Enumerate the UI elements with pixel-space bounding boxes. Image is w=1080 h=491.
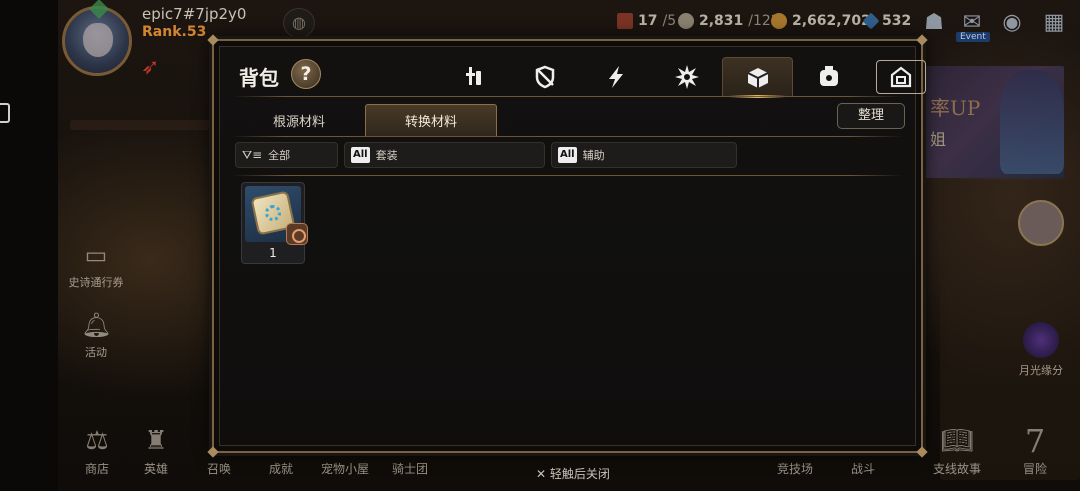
- category-tabs: [438, 57, 926, 98]
- subtab-conversion-material[interactable]: 转换材料: [365, 104, 497, 136]
- crystal-value: 532: [882, 13, 912, 29]
- player-rank: Rank.53: [142, 24, 207, 40]
- filter-all-label: 全部: [268, 149, 291, 162]
- crystal-icon: [862, 12, 880, 30]
- wing-icon[interactable]: ➶: [141, 55, 183, 81]
- left-edge: [0, 0, 58, 491]
- item-count: 1: [269, 246, 277, 260]
- modal-body: 背包 ? 根源材料 转换材料 整理 ⛛≡ 全部 All 套装 All 辅助 1: [219, 46, 926, 446]
- tab-awakening[interactable]: [651, 57, 722, 97]
- banner-character: [1000, 70, 1064, 174]
- filter-divider: [232, 175, 903, 176]
- nav-label: 宠物小屋: [320, 462, 369, 476]
- moonlight-label: 月光缘分: [1019, 364, 1063, 377]
- help-button[interactable]: ?: [291, 59, 321, 89]
- gold-value: 2,662,702: [792, 13, 871, 29]
- activity-button[interactable]: 🔔︎ 活动: [56, 310, 136, 360]
- shield-icon: [535, 65, 554, 89]
- nav-label: 骑士团: [391, 462, 428, 476]
- bell-icon: 🔔︎: [81, 311, 112, 339]
- item-grid: 1: [241, 182, 308, 264]
- ticket-icon: ▭: [84, 241, 108, 269]
- banner-text: 率UP: [930, 96, 981, 120]
- inventory-modal: 背包 ? 根源材料 转换材料 整理 ⛛≡ 全部 All 套装 All 辅助 1: [207, 34, 928, 458]
- nav-label: 支线故事: [932, 462, 981, 476]
- epic-pass-button[interactable]: ▭ 史诗通行券: [56, 240, 136, 290]
- grid-menu-icon[interactable]: ▦: [1040, 10, 1068, 36]
- filter-substat-label: 辅助: [582, 149, 605, 162]
- crystal-counter[interactable]: 532: [862, 12, 912, 30]
- nav-side-story[interactable]: 📖︎ 支线故事: [922, 424, 992, 477]
- event-tag: Event: [956, 32, 990, 42]
- stamina-icon: [617, 13, 633, 29]
- tab-material[interactable]: [722, 57, 793, 98]
- stamina-value: 17: [638, 13, 658, 29]
- friends-icon[interactable]: ☗: [920, 10, 948, 36]
- gear-icon: [263, 203, 283, 223]
- leif-value: 2,831: [699, 13, 744, 29]
- epic-pass-label: 史诗通行券: [68, 276, 124, 289]
- subtab-divider: [232, 136, 903, 137]
- nav-label: 竞技场: [776, 462, 813, 476]
- weapon-icon: [465, 67, 481, 85]
- close-hint-text: 轻触后关闭: [549, 467, 610, 481]
- scale-icon: ⚖: [85, 426, 109, 456]
- burst-icon: [674, 65, 699, 89]
- funnel-icon: ⛛≡: [242, 147, 263, 162]
- header-divider: [232, 96, 903, 97]
- hero-portrait[interactable]: [1018, 200, 1064, 246]
- gold-counter[interactable]: 2,662,702: [771, 13, 871, 29]
- lobby-icon[interactable]: ◍: [283, 8, 315, 38]
- leif-icon: [678, 13, 694, 29]
- moon-icon: [1023, 322, 1059, 358]
- summon-banner[interactable]: 率UP 姐: [922, 66, 1064, 178]
- avatar-face: [83, 23, 113, 57]
- subtab-origin-material[interactable]: 根源材料: [233, 104, 365, 136]
- nav-label: 冒险: [1022, 462, 1047, 476]
- nav-adventure[interactable]: 7 冒险: [1000, 424, 1070, 477]
- tab-storage[interactable]: [876, 60, 926, 94]
- nav-label: 战斗: [850, 462, 875, 476]
- material-subtabs: 根源材料 转换材料: [233, 104, 497, 136]
- stamina-counter[interactable]: 17/5: [617, 13, 676, 29]
- sort-button[interactable]: 整理: [837, 103, 905, 129]
- filter-substat[interactable]: All 辅助: [551, 142, 737, 168]
- activity-label: 活动: [85, 346, 107, 359]
- stamina-max: /5: [662, 13, 677, 29]
- filter-all[interactable]: ⛛≡ 全部: [235, 142, 338, 168]
- nav-label: 成就: [268, 462, 293, 476]
- storage-icon: [890, 66, 912, 88]
- filter-set-label: 套装: [375, 149, 398, 162]
- banner-subtext: 姐: [930, 130, 947, 149]
- potion-icon: [819, 66, 838, 86]
- adventure-seven-icon: 7: [1024, 422, 1046, 460]
- role-badge-icon: [286, 223, 308, 245]
- tab-skill[interactable]: [580, 57, 651, 97]
- all-badge: All: [558, 147, 577, 163]
- system-notch-icon: [0, 103, 10, 123]
- all-badge: All: [351, 147, 370, 163]
- filter-set[interactable]: All 套装: [344, 142, 545, 168]
- player-nickname: epic7#7jp2y0: [142, 5, 247, 23]
- moonlight-button[interactable]: 月光缘分: [1006, 322, 1076, 378]
- nav-label: 商店: [84, 462, 109, 476]
- leif-counter[interactable]: 2,831/122: [678, 13, 780, 29]
- tab-consumable[interactable]: [793, 57, 864, 97]
- nav-label: 英雄: [143, 462, 168, 476]
- item-slot[interactable]: 1: [241, 182, 308, 264]
- book-icon: 📖︎: [940, 426, 974, 456]
- chat-icon[interactable]: ◉: [998, 10, 1026, 36]
- inventory-title: 背包: [239, 66, 279, 90]
- lightning-icon: [608, 66, 623, 88]
- background-shelf: [70, 120, 210, 130]
- tab-armor[interactable]: [509, 57, 580, 97]
- filter-bar: ⛛≡ 全部 All 套装 All 辅助: [235, 142, 737, 168]
- cube-icon: [747, 67, 768, 88]
- gold-icon: [771, 13, 787, 29]
- nav-heroes[interactable]: ♜ 英雄: [121, 424, 191, 477]
- close-hint[interactable]: ✕ 轻触后关闭: [536, 465, 610, 482]
- helmet-icon: ♜: [144, 426, 168, 456]
- tab-weapon[interactable]: [438, 57, 509, 97]
- nav-label: 召唤: [206, 462, 231, 476]
